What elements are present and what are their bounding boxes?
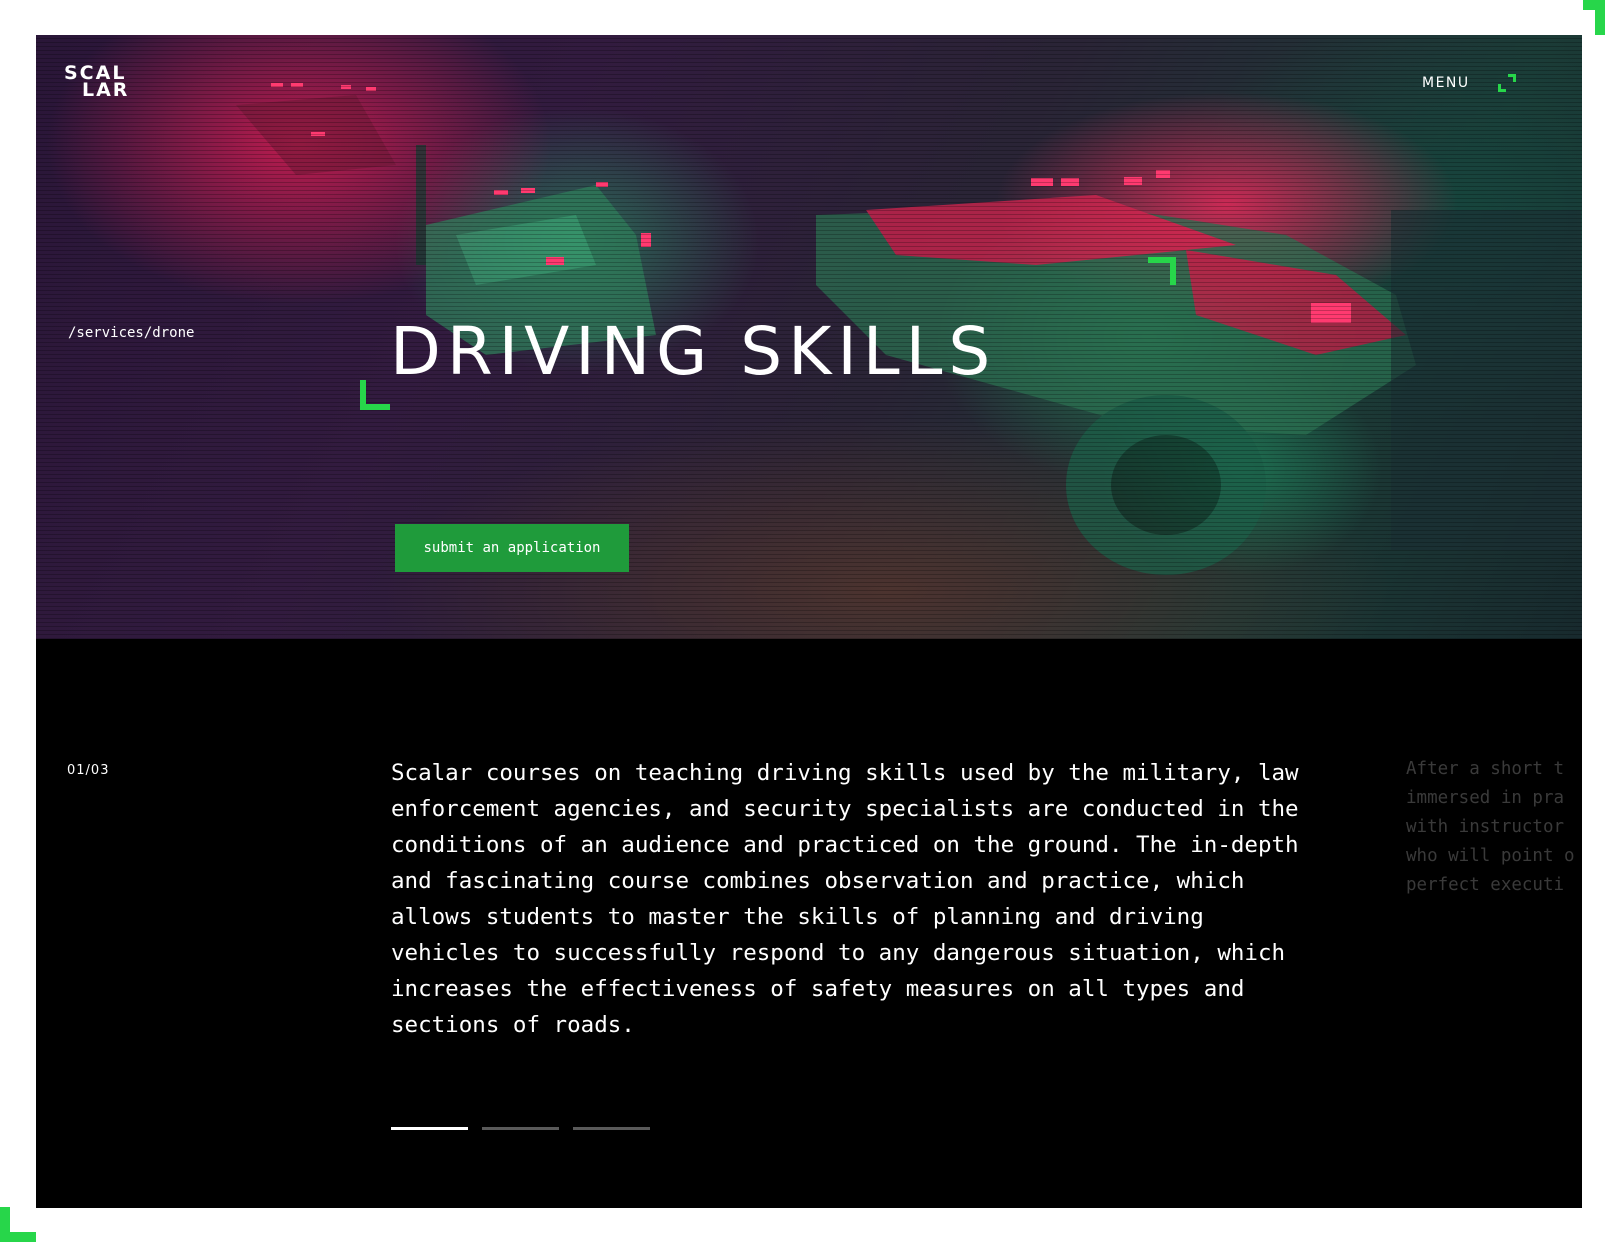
page-frame: SCAL LAR MENU /services/drone DRIVING SK… [36,35,1582,1208]
page-title: DRIVING SKILLS [390,313,997,390]
slider-pagination [391,1127,650,1130]
corner-bracket-icon [1148,257,1176,285]
breadcrumb[interactable]: /services/drone [68,325,194,341]
hero-banner: SCAL LAR MENU /services/drone DRIVING SK… [36,35,1582,639]
corner-bracket-icon [360,380,390,410]
menu-label: MENU [1422,75,1470,91]
pagination-dot-2[interactable] [482,1127,559,1130]
frame-corner-top-right-icon [1583,0,1619,36]
frame-corner-bottom-left-icon [0,1207,36,1243]
course-description: Scalar courses on teaching driving skill… [391,760,1299,1038]
submit-application-button[interactable]: submit an application [395,524,629,572]
pagination-dot-1[interactable] [391,1127,468,1130]
logo-line-2: LAR [82,79,130,101]
logo[interactable]: SCAL LAR [64,64,130,101]
pagination-dot-3[interactable] [573,1127,650,1130]
menu-button[interactable]: MENU [1422,74,1516,92]
slide-counter: 01/03 [67,763,110,778]
menu-corner-icon [1497,74,1516,92]
next-slide-preview[interactable]: After a short t immersed in pra with ins… [1406,755,1582,900]
